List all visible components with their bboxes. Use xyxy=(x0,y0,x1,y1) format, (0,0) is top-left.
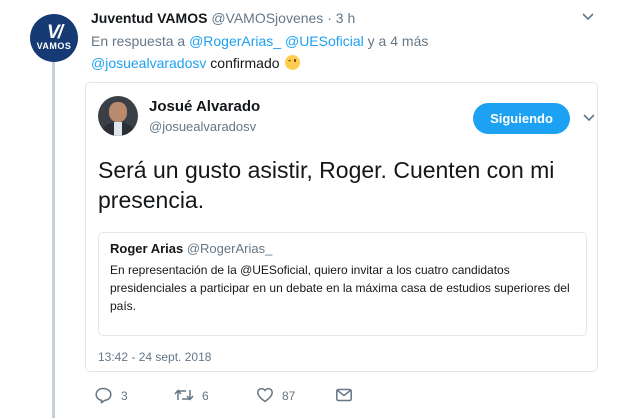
logo-brand: VAMOS xyxy=(36,41,72,51)
retweet-icon xyxy=(174,389,194,401)
following-button[interactable]: Siguiendo xyxy=(473,103,570,134)
direct-message-button[interactable] xyxy=(335,386,355,406)
avatar-face xyxy=(109,102,127,122)
mention-link[interactable]: @UESoficial xyxy=(285,33,364,49)
reply-suffix[interactable]: y a 4 más xyxy=(364,33,429,49)
timestamp[interactable]: 3 h xyxy=(336,10,355,26)
avatar-shirt xyxy=(114,122,122,136)
thread-line xyxy=(52,62,55,418)
quoted-author-name[interactable]: Josué Alvarado xyxy=(149,98,260,115)
mention-link[interactable]: @RogerArias_ xyxy=(189,33,281,49)
author-handle[interactable]: @VAMOSjovenes xyxy=(211,10,323,26)
reply-button[interactable]: 3 xyxy=(94,386,134,406)
separator: · xyxy=(323,10,336,26)
reply-context: En respuesta a @RogerArias_ @UESoficial … xyxy=(91,33,428,49)
retweet-button[interactable]: 6 xyxy=(174,386,214,406)
heart-icon xyxy=(257,387,273,403)
reply-count: 3 xyxy=(121,389,128,403)
inner-quote-text: En representación de la @UESoficial, qui… xyxy=(110,263,570,313)
avatar[interactable]: V/ VAMOS xyxy=(30,14,78,62)
tweet-body: confirmado xyxy=(206,55,280,71)
chevron-down-icon[interactable] xyxy=(582,113,596,123)
quoted-author-handle[interactable]: @josuealvaradosv xyxy=(149,119,256,134)
inner-quote-header: Roger Arias @RogerArias_ xyxy=(110,241,272,256)
author-name[interactable]: Juventud VAMOS xyxy=(91,10,207,26)
quoted-timestamp[interactable]: 13:42 - 24 sept. 2018 xyxy=(98,350,211,364)
quoted-tweet[interactable]: Josué Alvarado @josuealvaradosv Siguiend… xyxy=(85,82,598,372)
reply-icon xyxy=(95,387,112,404)
like-count: 87 xyxy=(282,389,296,403)
mention-link[interactable]: @josuealvaradosv xyxy=(91,55,206,71)
inner-author-handle: @RogerArias_ xyxy=(186,241,273,256)
tweet-header: Juventud VAMOS @VAMOSjovenes · 3 h xyxy=(91,10,355,26)
envelope-icon xyxy=(336,388,352,402)
tweet-text: @josuealvaradosv confirmado xyxy=(91,55,301,71)
chevron-down-icon[interactable] xyxy=(581,12,595,22)
quoted-tweet-text: Será un gusto asistir, Roger. Cuenten co… xyxy=(98,157,555,213)
reply-prefix: En respuesta a xyxy=(91,33,190,49)
inner-author-name: Roger Arias xyxy=(110,241,184,256)
retweet-count: 6 xyxy=(202,389,209,403)
winking-face-icon xyxy=(285,55,301,70)
inner-quoted-tweet[interactable]: Roger Arias @RogerArias_ En representaci… xyxy=(98,232,587,336)
avatar[interactable] xyxy=(98,96,138,136)
like-button[interactable]: 87 xyxy=(256,386,296,406)
